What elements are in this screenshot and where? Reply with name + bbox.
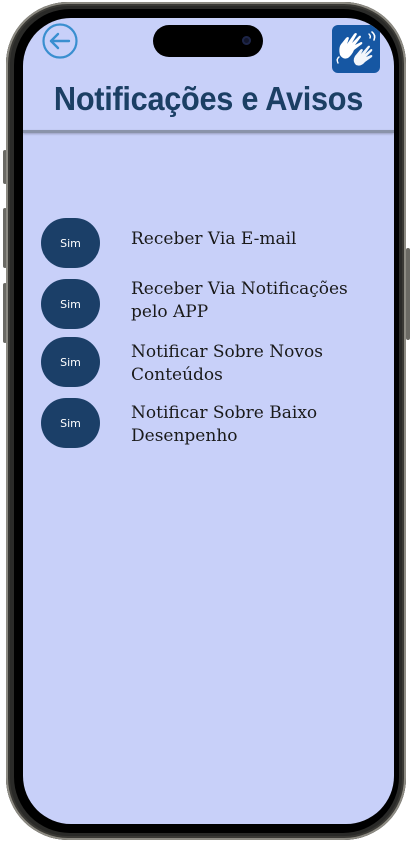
notification-options-list: Sim Receber Via E-mail Sim Receber Via N… (23, 18, 394, 824)
email-notification-label: Receber Via E-mail (131, 229, 297, 249)
phone-frame: Notificações e Avisos Sim Receber Via E-… (0, 0, 413, 843)
low-performance-notification-toggle[interactable]: Sim (41, 398, 100, 448)
toggle-label: Sim (60, 236, 81, 250)
toggle-label: Sim (60, 297, 81, 311)
power-button (406, 248, 410, 340)
app-notification-toggle[interactable]: Sim (41, 279, 100, 329)
email-notification-toggle[interactable]: Sim (41, 218, 100, 268)
new-content-notification-label: Notificar Sobre Novos Conteúdos (131, 342, 323, 385)
toggle-label: Sim (60, 416, 81, 430)
app-notification-label: Receber Via Notificações pelo APP (131, 279, 348, 322)
low-performance-notification-label: Notificar Sobre Baixo Desenpenho (131, 403, 318, 446)
screen: Notificações e Avisos Sim Receber Via E-… (23, 18, 394, 824)
toggle-label: Sim (60, 355, 81, 369)
new-content-notification-toggle[interactable]: Sim (41, 337, 100, 387)
